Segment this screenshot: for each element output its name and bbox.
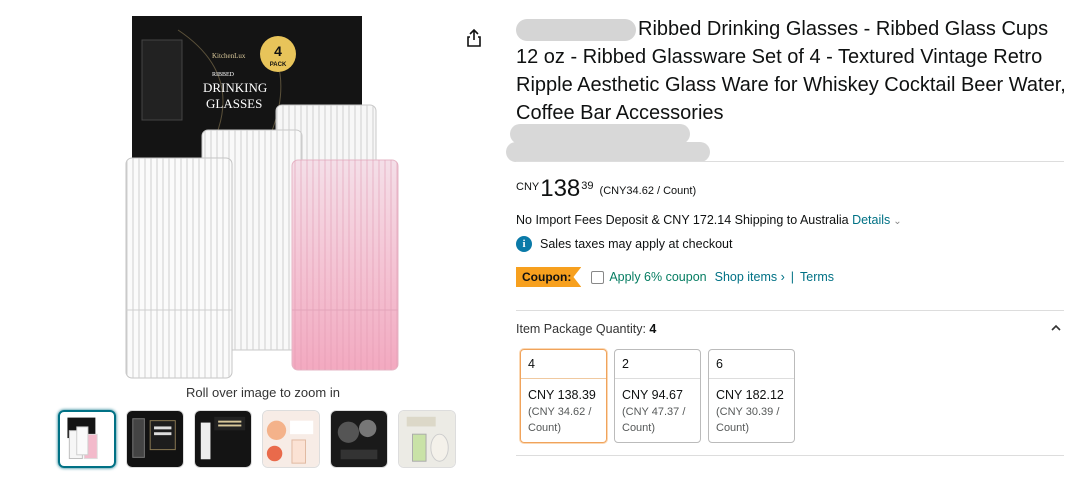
info-icon: i bbox=[516, 236, 532, 252]
coupon-tag: Coupon: bbox=[516, 267, 582, 287]
product-title: Ribbed Drinking Glasses - Ribbed Glass C… bbox=[516, 15, 1066, 127]
tax-notice: i Sales taxes may apply at checkout bbox=[516, 236, 732, 252]
quantity-label-row: Item Package Quantity: 4 bbox=[516, 322, 656, 336]
divider bbox=[516, 455, 1064, 456]
thumbnail-1[interactable] bbox=[58, 410, 116, 468]
main-product-image[interactable]: KitchenLux RIBBED DRINKING GLASSES 4 PAC… bbox=[118, 10, 408, 380]
coupon-checkbox[interactable] bbox=[591, 270, 605, 284]
coupon-row: Coupon: Apply 6% coupon Shop items › | T… bbox=[516, 267, 834, 287]
badge-text: PACK bbox=[270, 62, 287, 68]
apply-coupon-label[interactable]: Apply 6% coupon bbox=[609, 270, 706, 284]
terms-link[interactable]: Terms bbox=[800, 270, 834, 284]
price-currency: CNY bbox=[516, 181, 540, 193]
quantity-option-2[interactable]: 2 CNY 94.67 (CNY 47.37 / Count) bbox=[614, 349, 701, 443]
option-qty: 4 bbox=[521, 350, 606, 379]
option-price: CNY 94.67 bbox=[622, 388, 683, 402]
redacted-store-link bbox=[510, 124, 690, 144]
unit-price: (CNY34.62 / Count) bbox=[599, 185, 697, 197]
quantity-selected: 4 bbox=[649, 322, 657, 336]
share-icon[interactable] bbox=[464, 28, 484, 48]
coupon-separator: | bbox=[790, 270, 795, 284]
option-price: CNY 182.12 bbox=[716, 388, 784, 402]
option-unit-price: (CNY 34.62 / Count) bbox=[528, 406, 592, 434]
option-qty: 2 bbox=[615, 350, 700, 379]
quantity-options: 4 CNY 138.39 (CNY 34.62 / Count) 2 CNY 9… bbox=[520, 349, 795, 443]
zoom-hint: Roll over image to zoom in bbox=[186, 385, 340, 400]
shipping-info: No Import Fees Deposit & CNY 172.14 Ship… bbox=[516, 213, 902, 227]
box-small-text: RIBBED bbox=[212, 72, 235, 78]
thumbnail-strip bbox=[58, 410, 456, 468]
quantity-option-6[interactable]: 6 CNY 182.12 (CNY 30.39 / Count) bbox=[708, 349, 795, 443]
shipping-details-link[interactable]: Details bbox=[852, 213, 890, 227]
redacted-rating bbox=[506, 142, 710, 162]
option-qty: 6 bbox=[709, 350, 794, 379]
box-line1-text: DRINKING bbox=[203, 80, 267, 95]
divider bbox=[516, 310, 1064, 311]
option-unit-price: (CNY 47.37 / Count) bbox=[622, 406, 686, 434]
price-whole: 138 bbox=[540, 175, 581, 202]
thumbnail-6[interactable] bbox=[398, 410, 456, 468]
thumbnail-5[interactable] bbox=[330, 410, 388, 468]
redacted-brand bbox=[516, 18, 636, 41]
option-unit-price: (CNY 30.39 / Count) bbox=[716, 406, 780, 434]
chevron-down-icon[interactable]: ⌄ bbox=[893, 216, 901, 227]
thumbnail-2[interactable] bbox=[126, 410, 184, 468]
chevron-up-icon[interactable] bbox=[1050, 322, 1062, 334]
quantity-label: Item Package Quantity: bbox=[516, 322, 646, 336]
price-block: CNY 138 39 (CNY34.62 / Count) bbox=[516, 177, 696, 201]
box-brand-text: KitchenLux bbox=[212, 52, 246, 60]
shipping-text: No Import Fees Deposit & CNY 172.14 Ship… bbox=[516, 213, 849, 227]
thumbnail-3[interactable] bbox=[194, 410, 252, 468]
thumbnail-4[interactable] bbox=[262, 410, 320, 468]
badge-number: 4 bbox=[274, 43, 282, 59]
quantity-option-4[interactable]: 4 CNY 138.39 (CNY 34.62 / Count) bbox=[520, 349, 607, 443]
price-fraction: 39 bbox=[581, 180, 594, 192]
shop-items-link[interactable]: Shop items › bbox=[715, 270, 785, 284]
box-line2-text: GLASSES bbox=[206, 96, 262, 111]
option-price: CNY 138.39 bbox=[528, 388, 596, 402]
divider bbox=[516, 161, 1064, 162]
tax-text: Sales taxes may apply at checkout bbox=[540, 237, 733, 251]
